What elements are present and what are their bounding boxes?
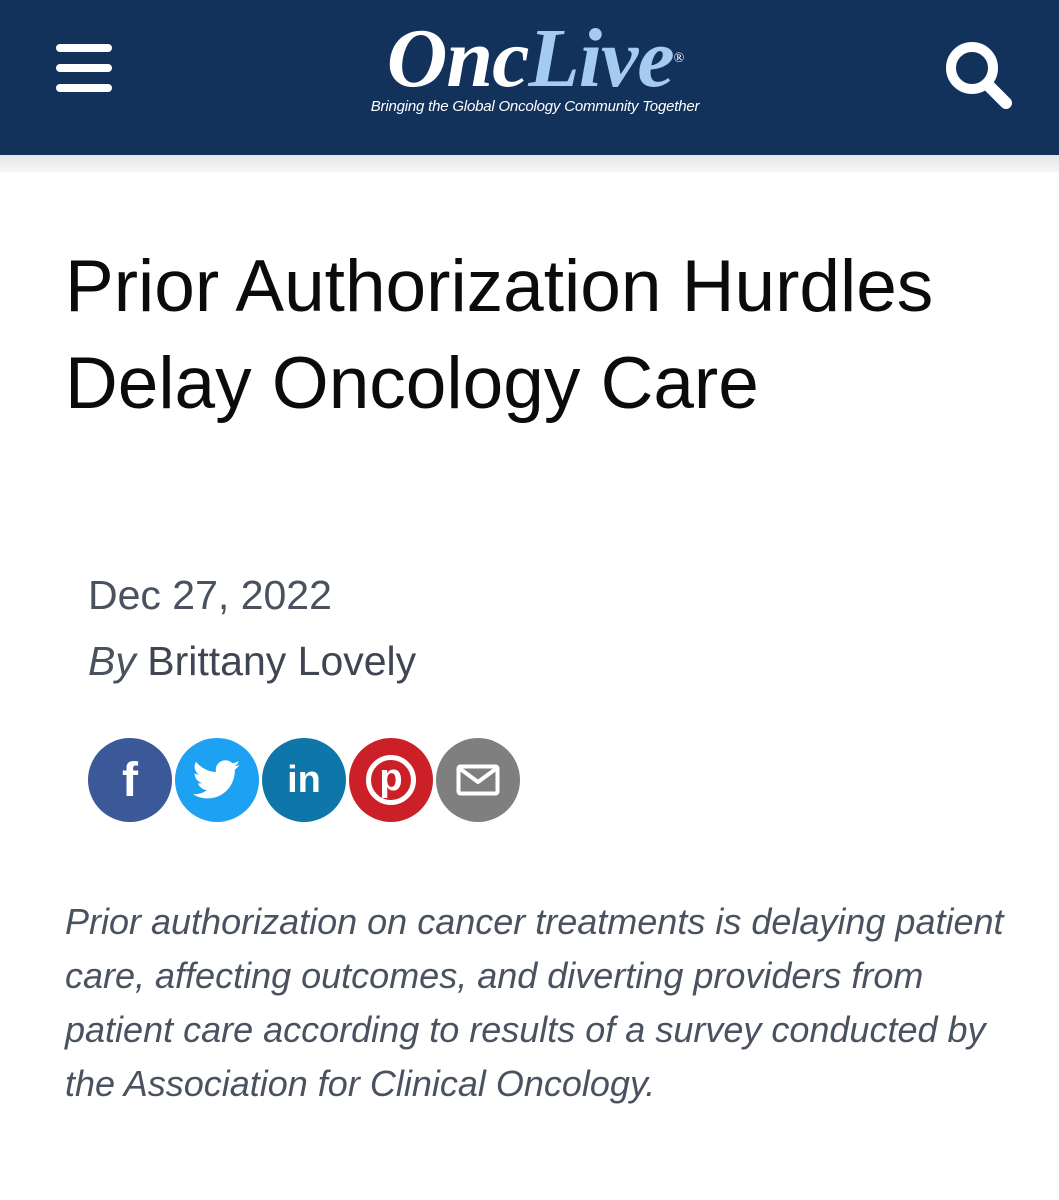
email-share-button[interactable]: [436, 738, 520, 822]
search-button[interactable]: [938, 35, 1018, 115]
article-summary: Prior authorization on cancer treatments…: [65, 901, 1004, 1104]
linkedin-share-button[interactable]: in: [262, 738, 346, 822]
header-divider: [0, 155, 1059, 172]
linkedin-icon: in: [287, 758, 321, 801]
pinterest-icon: p: [366, 755, 416, 805]
author-name[interactable]: Brittany Lovely: [147, 638, 416, 684]
byline-prefix: By: [88, 638, 136, 684]
pinterest-glyph: p: [379, 757, 403, 799]
logo-part-onc: Onc: [386, 12, 530, 105]
logo-tagline: Bringing the Global Oncology Community T…: [370, 98, 700, 115]
share-buttons: f in p: [88, 738, 528, 822]
registered-mark: ®: [673, 51, 685, 66]
logo-part-live: Live: [528, 12, 674, 105]
logo-wordmark: OncLive®: [330, 14, 740, 104]
facebook-share-button[interactable]: f: [88, 738, 172, 822]
search-icon: [946, 42, 1012, 109]
twitter-icon: [193, 760, 241, 799]
menu-button[interactable]: [50, 38, 116, 98]
article-date: Dec 27, 2022: [88, 572, 332, 618]
email-icon: [456, 764, 500, 796]
site-logo[interactable]: OncLive® Bringing the Global Oncology Co…: [330, 10, 740, 130]
article-byline: By Brittany Lovely: [88, 638, 416, 685]
article-title: Prior Authorization Hurdles Delay Oncolo…: [65, 246, 934, 424]
site-header: OncLive® Bringing the Global Oncology Co…: [0, 0, 1059, 155]
twitter-share-button[interactable]: [175, 738, 259, 822]
facebook-icon: f: [122, 753, 138, 807]
pinterest-share-button[interactable]: p: [349, 738, 433, 822]
